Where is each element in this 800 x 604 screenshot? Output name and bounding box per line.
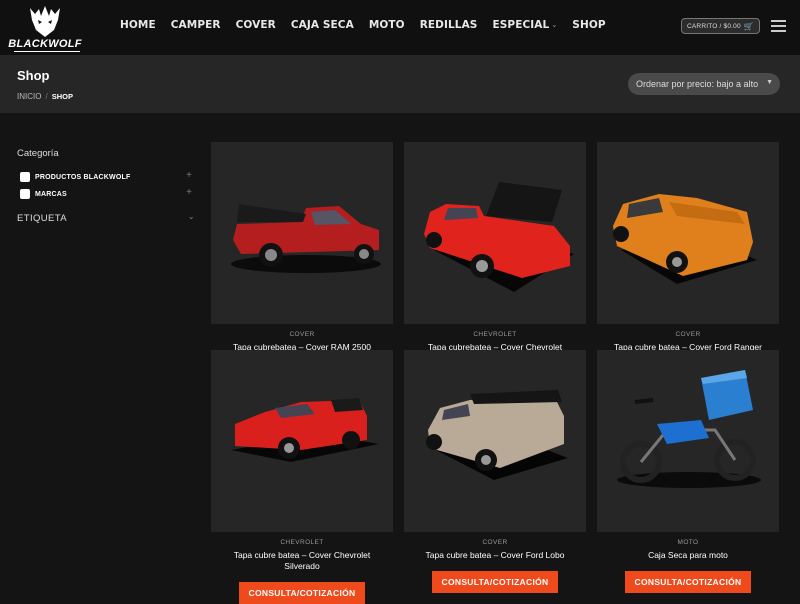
product-card[interactable]: CHEVROLET Tapa cubre batea – Cover Chevr…	[211, 350, 393, 604]
cart-label: CARRITO / $0.00	[687, 22, 741, 30]
category-label: MARCAS	[35, 190, 67, 198]
quote-button[interactable]: CONSULTA/COTIZACIÓN	[238, 582, 366, 604]
product-card[interactable]: COVER Tapa cubre batea – Cover Ford Lobo…	[404, 350, 586, 593]
cart-icon: 🛒	[743, 21, 754, 31]
orange-ranger-truck-image	[613, 194, 757, 284]
logo-wordmark: BLACKWOLF	[8, 38, 82, 50]
tag-filter-toggle[interactable]: ETIQUETA ⌄	[17, 212, 195, 224]
chevron-down-icon: ⌄	[551, 21, 558, 29]
expand-plus-icon[interactable]: +	[186, 170, 192, 181]
chevron-down-icon: ▼	[766, 79, 773, 86]
nav-home[interactable]: HOME	[120, 19, 156, 31]
product-name[interactable]: Caja Seca para moto	[597, 550, 779, 561]
category-heading: Categoría	[17, 148, 59, 159]
checkbox[interactable]	[20, 172, 30, 182]
product-category[interactable]: COVER	[211, 331, 393, 338]
breadcrumb: INICIO / SHOP	[17, 92, 73, 101]
chevron-down-icon: ⌄	[187, 212, 195, 221]
quote-button[interactable]: CONSULTA/COTIZACIÓN	[431, 571, 559, 593]
red-ram-truck-image	[231, 204, 381, 273]
sort-select[interactable]: Ordenar por precio: bajo a alto ▼	[628, 73, 780, 95]
sort-selected: Ordenar por precio: bajo a alto	[636, 79, 759, 89]
expand-plus-icon[interactable]: +	[186, 187, 192, 198]
red-silverado-truck-image	[231, 398, 379, 462]
hamburger-icon[interactable]	[771, 20, 786, 32]
nav-cover[interactable]: COVER	[236, 19, 276, 31]
product-name[interactable]: Tapa cubre batea – Cover Chevrolet Silve…	[211, 550, 393, 572]
tag-heading: ETIQUETA	[17, 213, 67, 224]
blackwolf-logo[interactable]: BLACKWOLF	[8, 4, 82, 52]
breadcrumb-home[interactable]: INICIO	[17, 92, 41, 101]
nav-moto[interactable]: MOTO	[369, 19, 405, 31]
nav-redillas[interactable]: REDILLAS	[420, 19, 478, 31]
breadcrumb-separator: /	[45, 92, 48, 101]
product-category[interactable]: COVER	[404, 539, 586, 546]
beige-lobo-truck-image	[426, 390, 568, 480]
nav-especial[interactable]: ESPECIAL ⌄	[492, 19, 557, 31]
category-productos-blackwolf[interactable]: PRODUCTOS BLACKWOLF +	[20, 170, 192, 183]
product-image[interactable]	[597, 350, 779, 532]
nav-caja-seca[interactable]: CAJA SECA	[291, 19, 354, 31]
product-image[interactable]	[597, 142, 779, 324]
checkbox[interactable]	[20, 189, 30, 199]
page-title: Shop	[17, 68, 50, 83]
product-card[interactable]: COVER Tapa cubrebatea – Cover RAM 2500	[211, 142, 393, 353]
site-header: BLACKWOLF HOME CAMPER COVER CAJA SECA MO…	[0, 0, 800, 55]
main-nav: HOME CAMPER COVER CAJA SECA MOTO REDILLA…	[120, 19, 621, 31]
quote-button[interactable]: CONSULTA/COTIZACIÓN	[624, 571, 752, 593]
product-category[interactable]: CHEVROLET	[211, 539, 393, 546]
product-image[interactable]	[211, 142, 393, 324]
product-image[interactable]	[211, 350, 393, 532]
category-label: PRODUCTOS BLACKWOLF	[35, 173, 131, 181]
wolf-logo-icon	[30, 6, 60, 37]
breadcrumb-current: SHOP	[51, 92, 73, 101]
product-category[interactable]: MOTO	[597, 539, 779, 546]
nav-camper[interactable]: CAMPER	[171, 19, 221, 31]
product-card[interactable]: COVER Tapa cubre batea – Cover Ford Rang…	[597, 142, 779, 353]
nav-shop[interactable]: SHOP	[572, 19, 605, 31]
category-marcas[interactable]: MARCAS +	[20, 187, 192, 200]
blue-motorcycle-image	[617, 370, 761, 488]
product-category[interactable]: COVER	[597, 331, 779, 338]
product-card[interactable]: CHEVROLET Tapa cubrebatea – Cover Chevro…	[404, 142, 586, 353]
product-name[interactable]: Tapa cubre batea – Cover Ford Lobo	[404, 550, 586, 561]
red-chevrolet-truck-image	[424, 182, 574, 292]
logo-underline	[14, 51, 80, 52]
product-card[interactable]: MOTO Caja Seca para moto CONSULTA/COTIZA…	[597, 350, 779, 593]
product-image[interactable]	[404, 142, 586, 324]
product-category[interactable]: CHEVROLET	[404, 331, 586, 338]
product-image[interactable]	[404, 350, 586, 532]
cart-button[interactable]: CARRITO / $0.00 🛒	[681, 18, 760, 34]
